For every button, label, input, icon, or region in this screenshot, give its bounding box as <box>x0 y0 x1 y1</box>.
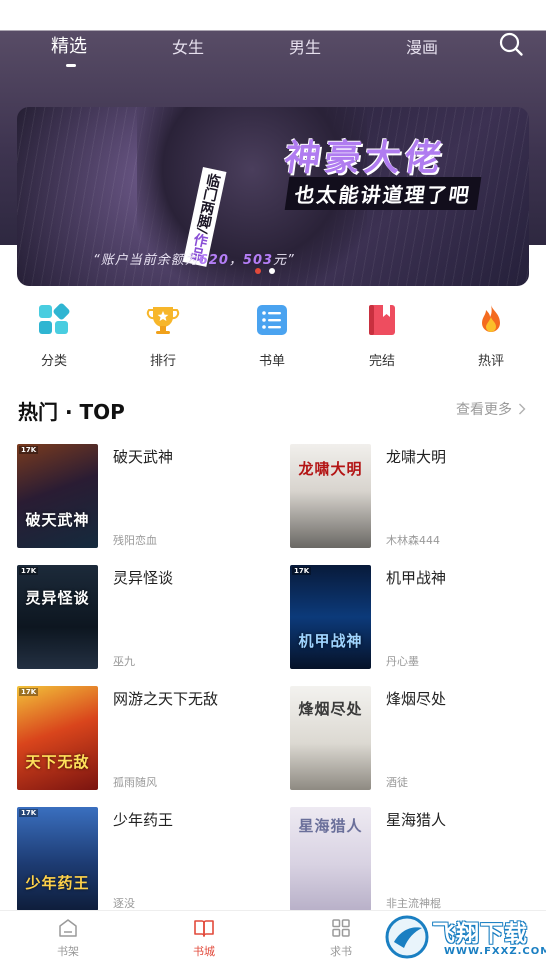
category-classify[interactable]: 分类 <box>19 302 89 369</box>
banner-quote-sep: ， <box>228 253 243 268</box>
book-item[interactable]: 星海猎人 星海猎人 非主流神棍 <box>290 807 530 911</box>
apps-icon <box>332 919 350 937</box>
book-author: 非主流神棍 <box>386 897 441 910</box>
book-cover: 烽烟尽处 <box>290 686 371 790</box>
bookmark-icon <box>369 305 395 335</box>
nav-bookshelf[interactable]: 书架 <box>38 917 98 959</box>
cover-title: 烽烟尽处 <box>298 700 363 718</box>
book-author: 酒徒 <box>386 776 408 789</box>
trophy-icon <box>146 307 180 334</box>
nav-bookstore[interactable]: 书城 <box>174 917 234 959</box>
cover-badge: 17K <box>19 446 39 454</box>
cover-title: 龙啸大明 <box>298 460 363 478</box>
nav-label: 书架 <box>57 945 79 958</box>
cover-title: 天下无敌 <box>25 753 90 771</box>
cover-badge: 17K <box>19 688 39 696</box>
book-cover: 17K 机甲战神 <box>290 565 371 669</box>
category-booklist[interactable]: 书单 <box>237 302 307 369</box>
book-cover: 星海猎人 <box>290 807 371 911</box>
book-title: 机甲战神 <box>386 569 447 587</box>
book-item[interactable]: 17K 破天武神 破天武神 残阳恋血 <box>17 444 257 548</box>
book-title: 灵异怪谈 <box>113 569 174 587</box>
banner-quote-num2: 503 <box>242 253 274 268</box>
promo-banner[interactable]: 临门两脚/作品 神豪大佬 也太能讲道理了吧 “账户当前余额为620，503元” <box>17 107 529 286</box>
tab-featured[interactable]: 精选 <box>51 32 87 58</box>
cover-title: 机甲战神 <box>298 632 363 650</box>
cover-title: 灵异怪谈 <box>25 589 90 607</box>
banner-quote: “账户当前余额为620，503元” <box>93 249 295 268</box>
category-label: 完结 <box>368 354 395 369</box>
book-title: 破天武神 <box>113 448 174 466</box>
book-cover: 17K 破天武神 <box>17 444 98 548</box>
banner-quote-suffix: 元” <box>273 253 295 268</box>
pagination-dot[interactable] <box>269 268 275 274</box>
top-tab-bar: 精选 女生 男生 漫画 <box>0 30 546 74</box>
open-book-icon <box>194 920 214 937</box>
watermark-text: 飞翔下载 <box>432 921 528 947</box>
book-title: 烽烟尽处 <box>386 690 447 708</box>
tab-comics[interactable]: 漫画 <box>406 34 438 58</box>
cover-badge: 17K <box>19 809 39 817</box>
book-author: 残阳恋血 <box>113 534 157 547</box>
category-hot-reviews[interactable]: 热评 <box>456 302 526 369</box>
book-author: 木林森444 <box>386 534 440 547</box>
category-label: 书单 <box>258 354 285 369</box>
book-cover: 龙啸大明 <box>290 444 371 548</box>
book-item[interactable]: 17K 天下无敌 网游之天下无敌 孤雨随风 <box>17 686 257 790</box>
banner-quote-prefix: “账户当前余额为 <box>93 253 199 268</box>
category-label: 分类 <box>40 354 67 369</box>
banner-subtitle: 也太能讲道理了吧 <box>284 177 482 210</box>
banner-quote-num1: 620 <box>198 253 229 268</box>
category-ranking[interactable]: 排行 <box>128 302 198 369</box>
see-more-link[interactable]: 查看更多 <box>456 399 526 419</box>
book-item[interactable]: 17K 灵异怪谈 灵异怪谈 巫九 <box>17 565 257 669</box>
cover-title: 少年药王 <box>25 874 90 892</box>
section-title: 热门 · TOP <box>18 400 125 424</box>
category-label: 热评 <box>477 354 504 369</box>
book-author: 巫九 <box>113 655 135 668</box>
cover-title: 星海猎人 <box>298 817 363 835</box>
watermark-url: WWW.FXXZ.COM <box>444 946 546 957</box>
book-cover: 17K 灵异怪谈 <box>17 565 98 669</box>
bookshelf-icon <box>59 919 77 937</box>
site-watermark: 飞翔下载 WWW.FXXZ.COM <box>384 912 546 962</box>
search-icon[interactable] <box>498 31 524 57</box>
cover-title: 破天武神 <box>25 511 90 529</box>
book-item[interactable]: 17K 少年药王 少年药王 逐没 <box>17 807 257 911</box>
nav-label: 求书 <box>330 945 352 958</box>
grid-icon <box>39 303 70 334</box>
book-title: 少年药王 <box>113 811 174 829</box>
list-icon <box>257 305 287 335</box>
book-title: 星海猎人 <box>386 811 447 829</box>
book-author: 丹心墨 <box>386 655 419 668</box>
chevron-right-icon <box>519 403 526 415</box>
category-completed[interactable]: 完结 <box>347 302 417 369</box>
book-item[interactable]: 17K 机甲战神 机甲战神 丹心墨 <box>290 565 530 669</box>
watermark-logo-icon <box>385 915 429 959</box>
cover-badge: 17K <box>19 567 39 575</box>
tab-male[interactable]: 男生 <box>289 34 321 58</box>
tab-female[interactable]: 女生 <box>172 34 204 58</box>
book-item[interactable]: 烽烟尽处 烽烟尽处 酒徒 <box>290 686 530 790</box>
category-label: 排行 <box>149 354 176 369</box>
see-more-label: 查看更多 <box>456 402 512 418</box>
banner-title: 神豪大佬 <box>281 138 448 179</box>
nav-request-book[interactable]: 求书 <box>311 917 371 959</box>
book-author: 逐没 <box>113 897 135 910</box>
active-tab-indicator <box>66 64 76 67</box>
book-item[interactable]: 龙啸大明 龙啸大明 木林森444 <box>290 444 530 548</box>
cover-badge: 17K <box>292 567 312 575</box>
pagination-dot-active[interactable] <box>255 268 261 274</box>
book-title: 龙啸大明 <box>386 448 447 466</box>
book-cover: 17K 天下无敌 <box>17 686 98 790</box>
book-author: 孤雨随风 <box>113 776 157 789</box>
nav-label: 书城 <box>193 945 215 958</box>
book-title: 网游之天下无敌 <box>113 690 219 708</box>
book-cover: 17K 少年药王 <box>17 807 98 911</box>
flame-icon <box>482 305 500 332</box>
